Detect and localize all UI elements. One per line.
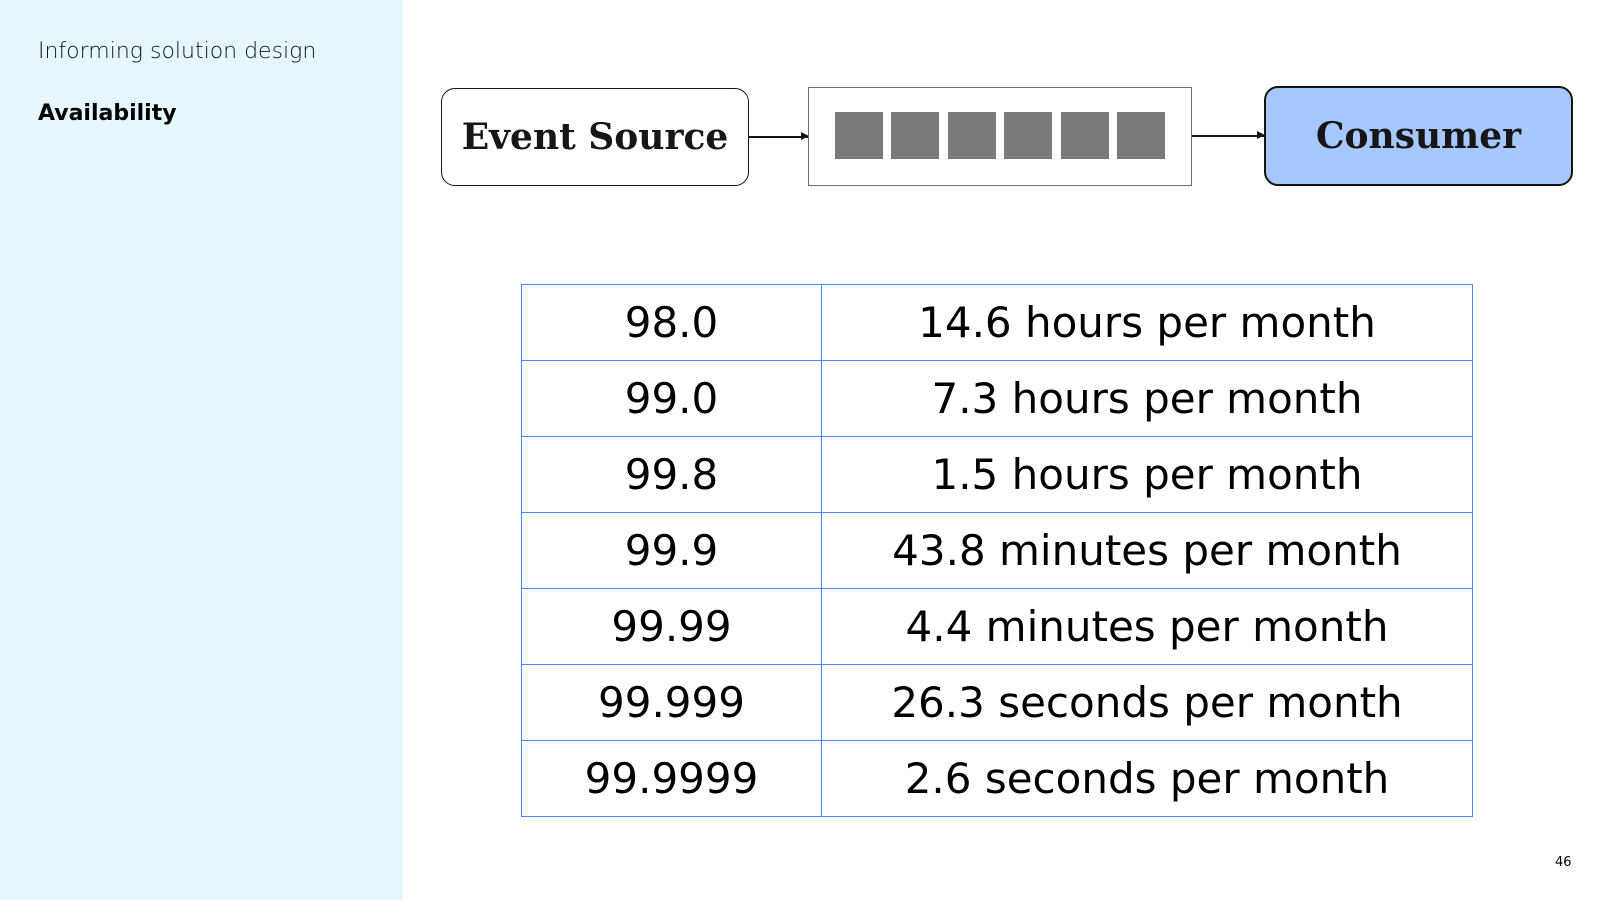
table-row: 99.0 7.3 hours per month [521, 360, 1473, 437]
availability-cell: 99.9 [521, 512, 822, 589]
availability-cell: 99.8 [521, 436, 822, 513]
event-source-box: Event Source [441, 88, 749, 186]
availability-cell: 99.99 [521, 588, 822, 665]
event-source-label: Event Source [461, 116, 729, 158]
consumer-label: Consumer [1315, 115, 1522, 157]
queue-cell [891, 112, 939, 159]
availability-cell: 99.9999 [521, 740, 822, 817]
table-row: 98.0 14.6 hours per month [521, 284, 1473, 361]
table-row: 99.8 1.5 hours per month [521, 436, 1473, 513]
consumer-box: Consumer [1264, 86, 1573, 186]
queue-cell [1117, 112, 1165, 159]
table-row: 99.99 4.4 minutes per month [521, 588, 1473, 665]
downtime-cell: 4.4 minutes per month [821, 588, 1473, 665]
table-row: 99.9999 2.6 seconds per month [521, 740, 1473, 817]
downtime-cell: 2.6 seconds per month [821, 740, 1473, 817]
source-to-queue-arrow [749, 133, 809, 139]
table-row: 99.9 43.8 minutes per month [521, 512, 1473, 589]
queue-cell [1004, 112, 1052, 159]
queue-cell [835, 112, 883, 159]
downtime-cell: 7.3 hours per month [821, 360, 1473, 437]
availability-table: 98.0 14.6 hours per month 99.0 7.3 hours… [521, 284, 1473, 817]
downtime-cell: 14.6 hours per month [821, 284, 1473, 361]
availability-cell: 99.0 [521, 360, 822, 437]
queue-to-consumer-arrow [1192, 132, 1265, 138]
event-flow-diagram: Event Source Consumer [0, 0, 1600, 230]
queue-cell [1061, 112, 1109, 159]
downtime-cell: 43.8 minutes per month [821, 512, 1473, 589]
downtime-cell: 1.5 hours per month [821, 436, 1473, 513]
availability-table-wrapper: 98.0 14.6 hours per month 99.0 7.3 hours… [521, 284, 1473, 817]
page-number: 46 [1555, 855, 1572, 870]
event-queue [808, 87, 1192, 186]
availability-cell: 99.999 [521, 664, 822, 741]
availability-cell: 98.0 [521, 284, 822, 361]
queue-cell [948, 112, 996, 159]
downtime-cell: 26.3 seconds per month [821, 664, 1473, 741]
table-row: 99.999 26.3 seconds per month [521, 664, 1473, 741]
